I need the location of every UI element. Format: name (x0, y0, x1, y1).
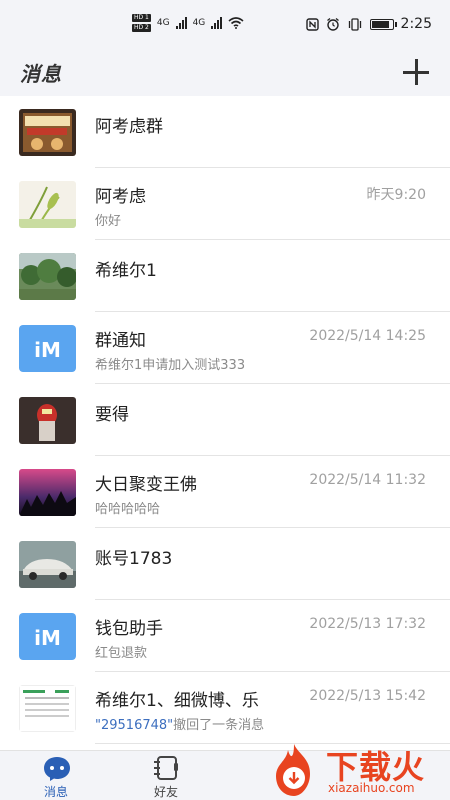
conversation-name: 阿考虑群 (95, 117, 163, 137)
contact-avatar (19, 181, 76, 228)
im-logo-avatar: iM (19, 613, 76, 660)
conversation-row[interactable]: 账号1783 (0, 528, 450, 600)
signal-icon-2 (211, 17, 223, 29)
network-type-2: 4G (192, 18, 206, 28)
conversation-preview: 红包退款 (95, 646, 148, 661)
add-button[interactable] (402, 58, 430, 86)
nfc-icon (305, 17, 319, 31)
wifi-icon (228, 17, 244, 29)
network-type-1: 4G (156, 18, 170, 28)
vibrate-icon (348, 17, 361, 31)
app-header: 消息 (0, 52, 450, 96)
group-avatar (19, 109, 76, 156)
conversation-row[interactable]: 希维尔1、细微博、乐 "29516748"撤回了一条消息 2022/5/13 1… (0, 672, 450, 744)
im-logo-avatar: iM (19, 325, 76, 372)
alarm-icon (326, 17, 339, 31)
conversation-name: 账号1783 (95, 549, 173, 569)
hd2-badge: HD 2 (132, 24, 151, 32)
clock: 2:25 (400, 16, 432, 32)
conversation-time: 2022/5/13 17:32 (309, 616, 426, 632)
conversation-time: 2022/5/13 15:42 (309, 688, 426, 704)
conversation-row[interactable]: 阿考虑 你好 昨天9:20 (0, 168, 450, 240)
conversation-preview: 希维尔1申请加入测试333 (95, 358, 246, 373)
battery-icon (369, 18, 397, 30)
conversation-name: 群通知 (95, 331, 146, 351)
watermark-url: xiazaihuo.com (328, 781, 415, 795)
tab-messages[interactable]: 消息 (21, 751, 91, 800)
contact-avatar (19, 541, 76, 588)
svg-text:iM: iM (34, 626, 61, 650)
conversation-row[interactable]: 阿考虑群 (0, 96, 450, 168)
conversation-row[interactable]: iM 群通知 希维尔1申请加入测试333 2022/5/14 14:25 (0, 312, 450, 384)
conversation-name: 大日聚变王佛 (95, 475, 197, 495)
conversation-preview-recall: "29516748"撤回了一条消息 (95, 714, 264, 733)
conversation-name: 钱包助手 (95, 619, 163, 639)
battery-level-fill (371, 20, 389, 28)
conversation-name: 希维尔1 (95, 261, 157, 281)
status-bar: HD 1 HD 2 4G 4G 2:25 (0, 0, 450, 52)
contact-avatar (19, 469, 76, 516)
recall-text: 撤回了一条消息 (173, 718, 265, 733)
flame-logo-icon (276, 744, 310, 796)
conversation-name: 要得 (95, 405, 129, 425)
conversation-name: 阿考虑 (95, 187, 146, 207)
recalled-by-id: "29516748" (95, 718, 174, 733)
svg-text:iM: iM (34, 338, 61, 362)
tab-friends[interactable]: 好友 (131, 751, 201, 800)
conversation-row[interactable]: 大日聚变王佛 哈哈哈哈哈 2022/5/14 11:32 (0, 456, 450, 528)
conversation-list: 阿考虑群 阿考虑 你好 昨天9:20 希维尔1 iM 群通知 希维尔1申请加入测… (0, 96, 450, 750)
contact-avatar (19, 397, 76, 444)
conversation-time: 2022/5/14 14:25 (309, 328, 426, 344)
conversation-time: 2022/5/14 11:32 (309, 472, 426, 488)
contact-avatar (19, 253, 76, 300)
conversation-row[interactable]: 希维尔1 (0, 240, 450, 312)
conversation-row[interactable]: 要得 (0, 384, 450, 456)
group-avatar (19, 685, 76, 732)
conversation-row[interactable]: iM 钱包助手 红包退款 2022/5/13 17:32 (0, 600, 450, 672)
page-title: 消息 (20, 62, 62, 86)
hd1-badge: HD 1 (132, 14, 151, 22)
watermark: 下载火 xiazaihuo.com (260, 740, 450, 800)
conversation-name: 希维尔1、细微博、乐 (95, 691, 259, 711)
message-bubble-icon (44, 757, 70, 781)
contacts-book-icon (154, 756, 178, 780)
tab-label: 好友 (153, 785, 178, 799)
signal-icon (175, 17, 187, 29)
network-indicators: HD 1 HD 2 4G 4G (132, 14, 244, 32)
conversation-time: 昨天9:20 (366, 187, 426, 203)
conversation-preview: 你好 (95, 214, 122, 229)
conversation-preview: 哈哈哈哈哈 (95, 502, 161, 517)
tab-label: 消息 (43, 785, 68, 799)
system-indicators: 2:25 (305, 16, 432, 32)
